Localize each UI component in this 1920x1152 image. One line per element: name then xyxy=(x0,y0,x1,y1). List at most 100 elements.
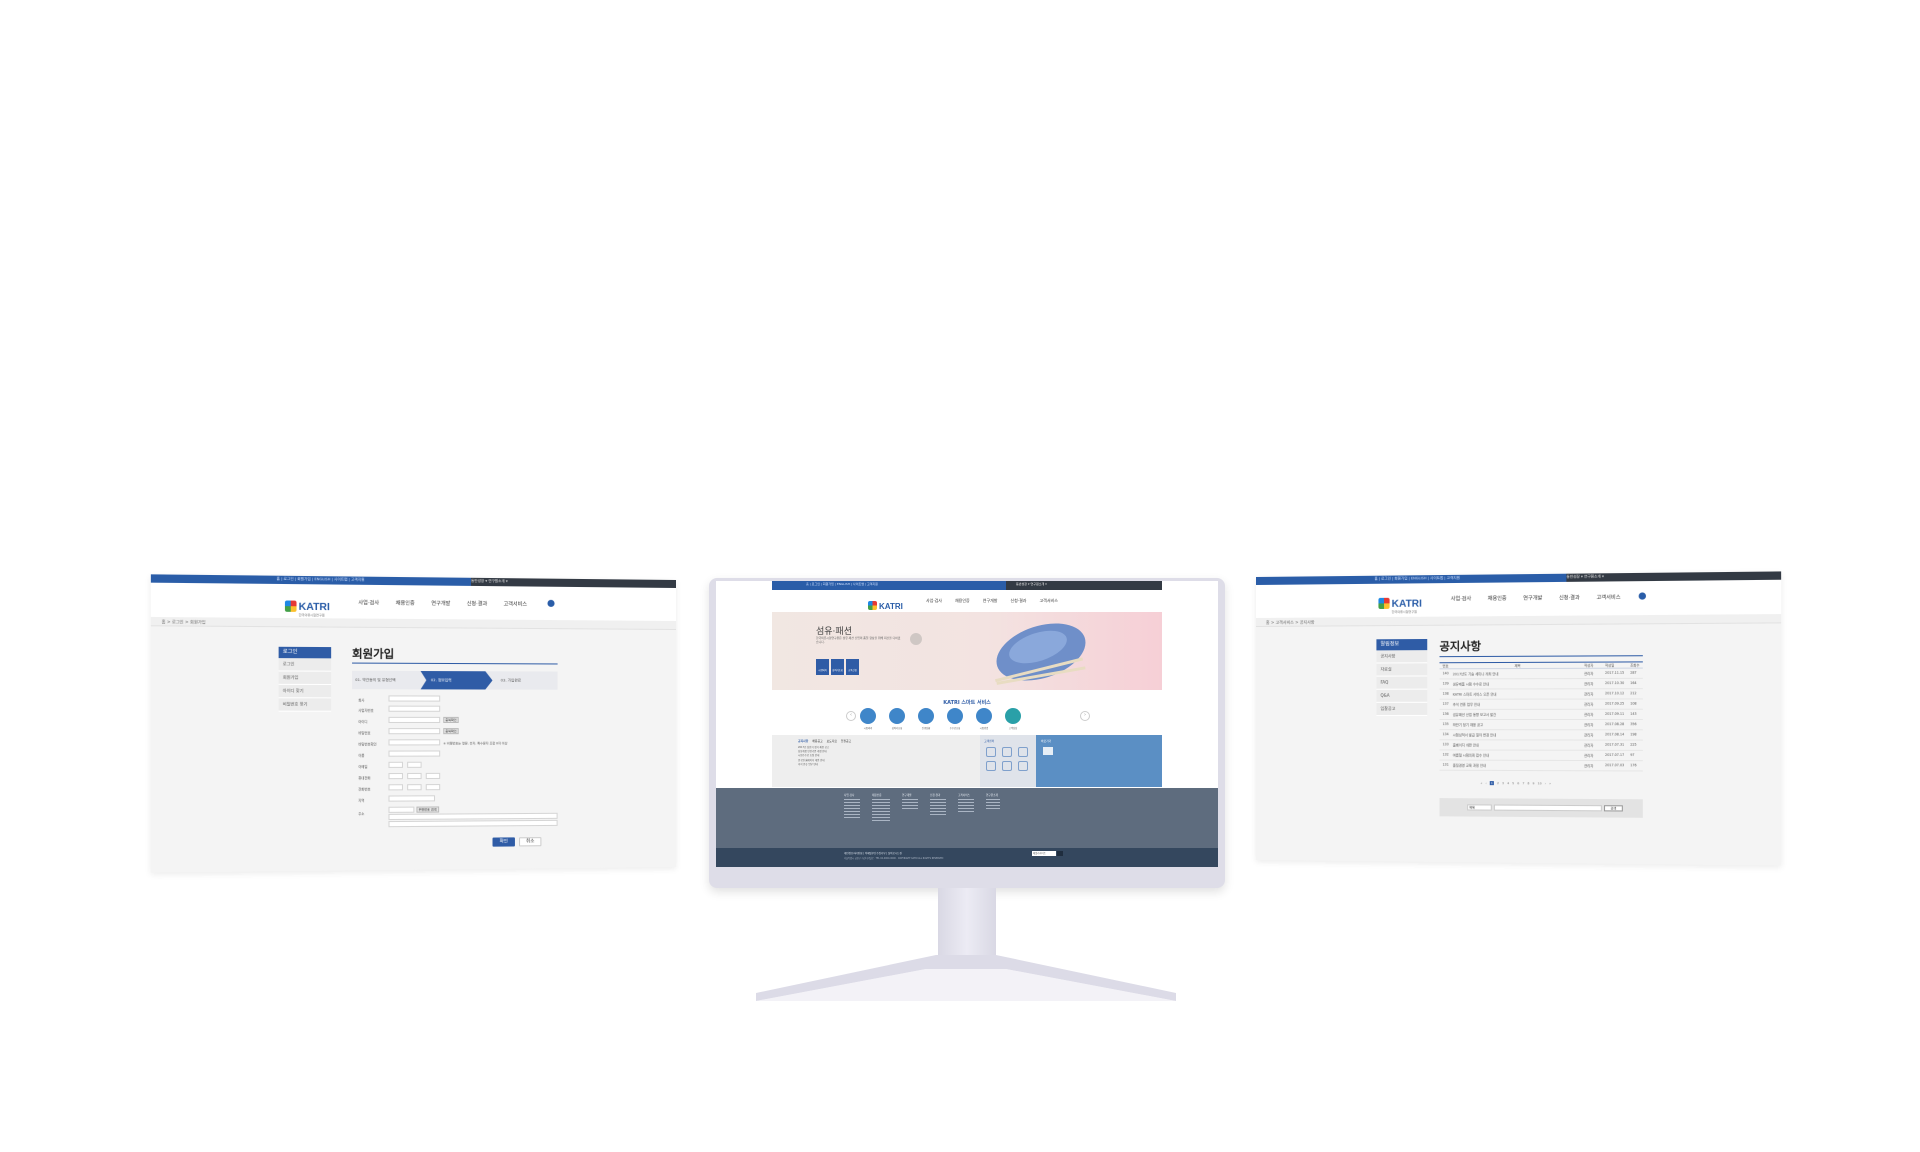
id-field[interactable] xyxy=(388,717,440,723)
next-page-icon[interactable]: › xyxy=(1545,781,1546,785)
notice-item[interactable]: 추석 연휴 업무 안내 xyxy=(798,763,829,767)
services-next-icon[interactable]: › xyxy=(1080,711,1090,721)
search-input[interactable] xyxy=(1494,805,1602,812)
utility-links[interactable]: 홈 | 로그인 | 회원가입 | ENGLISH | 사이트맵 | 고객지원 xyxy=(806,582,878,586)
all-menu-button[interactable] xyxy=(547,600,554,607)
gnb-item[interactable]: 고객서비스 xyxy=(1596,594,1620,601)
mobile-field-2[interactable] xyxy=(407,773,421,779)
lnb-item[interactable]: 공지사항 xyxy=(1376,650,1427,663)
address-field-1[interactable] xyxy=(388,813,557,820)
tel-field-3[interactable] xyxy=(426,784,440,790)
gnb-item[interactable]: 사업·검사 xyxy=(358,599,379,606)
company-field[interactable] xyxy=(388,695,440,701)
family-site-select[interactable]: 패밀리사이트 xyxy=(1032,851,1056,856)
email-id-field[interactable] xyxy=(388,762,403,768)
last-page-icon[interactable]: » xyxy=(1549,781,1551,785)
service-item[interactable]: 시험방법 xyxy=(975,708,993,730)
lnb-item[interactable]: Q&A xyxy=(1376,690,1427,703)
hero-button[interactable]: 교육신청 xyxy=(846,659,859,675)
customer-icon[interactable] xyxy=(986,761,996,771)
table-cell[interactable]: 섬유제품 시험 수수료 안내 xyxy=(1453,681,1489,686)
service-item[interactable]: 시험의뢰 xyxy=(859,708,877,730)
utility-right[interactable]: 동반성장 ▾ 연구원소개 ▾ xyxy=(1016,582,1047,586)
lnb-item[interactable]: 비밀번호 찾기 xyxy=(279,698,332,711)
table-cell[interactable]: 하반기 정기 채용 공고 xyxy=(1453,722,1483,727)
customer-icon[interactable] xyxy=(1018,747,1028,757)
gnb-item[interactable]: 신청·결과 xyxy=(1010,598,1026,604)
page-link[interactable]: 9 xyxy=(1533,781,1535,785)
lnb-item[interactable]: 회원가입 xyxy=(279,671,332,685)
page-link[interactable]: 10 xyxy=(1538,781,1542,785)
table-cell[interactable]: 추석 연휴 업무 안내 xyxy=(1453,702,1480,707)
zip-search-button[interactable]: 우편번호 검색 xyxy=(416,806,438,812)
footer-col-title[interactable]: 신청·결과 xyxy=(930,793,946,797)
gnb-item[interactable]: 채용인증 xyxy=(1488,595,1507,602)
table-cell[interactable]: KATRI 스마트 서비스 오픈 안내 xyxy=(1453,692,1497,697)
email-domain-field[interactable] xyxy=(407,762,421,768)
service-item[interactable]: 진행상황 xyxy=(917,708,935,730)
mobile-field-1[interactable] xyxy=(388,773,403,779)
page-link[interactable]: 2 xyxy=(1497,781,1499,785)
pw-field[interactable] xyxy=(388,728,440,734)
gnb-item[interactable]: 연구개발 xyxy=(983,598,998,604)
gnb-item[interactable]: 고객서비스 xyxy=(1039,598,1057,604)
table-cell[interactable]: 품질경영 교육 과정 안내 xyxy=(1453,763,1486,768)
customer-icon[interactable] xyxy=(1002,761,1012,771)
table-cell[interactable]: 2017년도 기술 세미나 개최 안내 xyxy=(1453,671,1499,676)
tel-field-1[interactable] xyxy=(388,784,403,790)
lnb-item[interactable]: 아이디 찾기 xyxy=(279,685,332,698)
hero-button[interactable]: 성적서조회 xyxy=(831,659,844,675)
table-cell[interactable]: 섬유패션 산업 동향 보고서 발간 xyxy=(1453,712,1496,717)
page-link[interactable]: 6 xyxy=(1517,781,1519,785)
page-link[interactable]: 5 xyxy=(1512,781,1514,785)
lnb-item[interactable]: 자료실 xyxy=(1376,663,1427,676)
gnb-item[interactable]: 신청·결과 xyxy=(1559,594,1580,601)
service-item[interactable]: 고객상담 xyxy=(1004,708,1022,730)
gnb-item[interactable]: 연구개발 xyxy=(1523,594,1542,601)
quick-link-icon[interactable] xyxy=(1043,747,1053,755)
logo[interactable]: KATRI한국의류시험연구원 xyxy=(1378,591,1422,614)
utility-links[interactable]: 홈 | 로그인 | 회원가입 | ENGLISH | 사이트맵 | 고객지원 xyxy=(1374,576,1459,582)
page-link[interactable]: 4 xyxy=(1507,781,1509,785)
page-link[interactable]: 7 xyxy=(1522,781,1524,785)
mobile-field-3[interactable] xyxy=(426,773,440,779)
id-check-button[interactable]: 중복확인 xyxy=(443,717,458,723)
lnb-item[interactable]: 로그인 xyxy=(279,658,332,672)
customer-icon[interactable] xyxy=(986,747,996,757)
table-cell[interactable]: 시험성적서 발급 절차 변경 안내 xyxy=(1453,732,1496,737)
cancel-button[interactable]: 취소 xyxy=(519,837,541,846)
address-field-2[interactable] xyxy=(388,820,557,827)
service-item[interactable]: 수수료조회 xyxy=(946,708,964,730)
footer-col-title[interactable]: 연구원소개 xyxy=(986,793,1000,797)
pw-check-button[interactable]: 중복확인 xyxy=(443,728,458,734)
footer-col-title[interactable]: 사업·검사 xyxy=(844,793,860,797)
family-site-go-button[interactable] xyxy=(1057,851,1063,856)
page-link[interactable]: 3 xyxy=(1502,781,1504,785)
zip-field[interactable] xyxy=(388,807,414,813)
gnb-item[interactable]: 고객서비스 xyxy=(504,600,527,607)
gnb-item[interactable]: 사업·검사 xyxy=(1451,595,1472,602)
page-link[interactable]: 8 xyxy=(1527,781,1529,785)
page-link-active[interactable]: 1 xyxy=(1490,781,1494,785)
confirm-button[interactable]: 확인 xyxy=(493,837,515,846)
utility-right[interactable]: 동반성장 ▾ 연구원소개 ▾ xyxy=(1566,574,1603,580)
notice-tab[interactable]: 보도자료 xyxy=(827,739,837,743)
table-cell[interactable]: 홈페이지 개편 안내 xyxy=(1453,742,1479,747)
region-select[interactable] xyxy=(388,795,435,801)
table-cell[interactable]: 여름철 시험의뢰 접수 안내 xyxy=(1453,752,1489,757)
footer-col-title[interactable]: 고객서비스 xyxy=(958,793,974,797)
logo[interactable]: KATRI한국의류시험연구원 xyxy=(285,594,330,617)
tel-field-2[interactable] xyxy=(407,784,421,790)
name-field[interactable] xyxy=(388,750,440,756)
gnb-item[interactable]: 채용인증 xyxy=(955,598,970,604)
search-select[interactable]: 제목 xyxy=(1467,804,1492,810)
gnb-item[interactable]: 연구개발 xyxy=(431,600,450,607)
gnb-item[interactable]: 신청·결과 xyxy=(467,600,487,607)
first-page-icon[interactable]: « xyxy=(1481,781,1483,785)
prev-page-icon[interactable]: ‹ xyxy=(1485,781,1486,785)
lnb-item[interactable]: FAQ xyxy=(1376,676,1427,689)
service-item[interactable]: 성적서조회 xyxy=(888,708,906,730)
gnb-item[interactable]: 사업·검사 xyxy=(926,598,942,604)
gnb-item[interactable]: 채용인증 xyxy=(396,599,415,606)
lnb-item[interactable]: 입찰공고 xyxy=(1376,703,1427,716)
